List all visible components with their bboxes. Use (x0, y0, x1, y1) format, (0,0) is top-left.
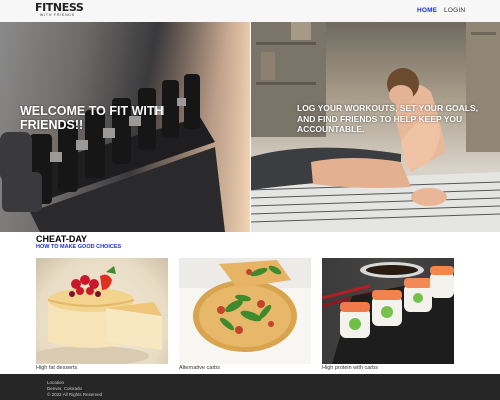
cheesecake-image (36, 266, 162, 364)
nav-login-link[interactable]: LOGIN (444, 7, 465, 15)
footer: Location Denver, Colorado © 2022 All Rig… (0, 374, 500, 400)
protein-card[interactable] (322, 258, 454, 364)
pizza-image (179, 258, 311, 364)
dessert-card[interactable] (36, 258, 168, 364)
carbs-caption: Alternative carbs (179, 365, 220, 371)
nav-home-link[interactable]: HOME (417, 7, 437, 15)
logo-text: FITNESS (35, 1, 84, 14)
logo[interactable]: FITNESS WITH FRIENDS (35, 2, 85, 18)
cheat-day-heading: CHEAT-DAY (36, 234, 88, 244)
logo-subtext: WITH FRIENDS (40, 13, 75, 17)
footer-city: Denver, Colorado (47, 386, 83, 391)
protein-caption: High protein with carbs (322, 365, 378, 371)
navbar: FITNESS WITH FRIENDS HOME LOGIN (0, 0, 500, 22)
footer-location-label: Location (47, 380, 65, 385)
carbs-card[interactable] (179, 258, 311, 364)
good-choices-link[interactable]: HOW TO MAKE GOOD CHOICES (36, 244, 121, 251)
hero-welcome-heading: WELCOME TO FIT WITH FRIENDS!! (20, 104, 164, 132)
hero-tagline: LOG YOUR WORKOUTS, SET YOUR GOALS, AND F… (297, 103, 479, 134)
sushi-image (322, 262, 454, 364)
dessert-caption: High fat desserts (36, 365, 78, 371)
footer-copyright: © 2022 All Rights Reserved (47, 392, 103, 397)
hero-right-panel: LOG YOUR WORKOUTS, SET YOUR GOALS, AND F… (251, 22, 500, 232)
hero-left-panel: WELCOME TO FIT WITH FRIENDS!! (0, 22, 250, 232)
